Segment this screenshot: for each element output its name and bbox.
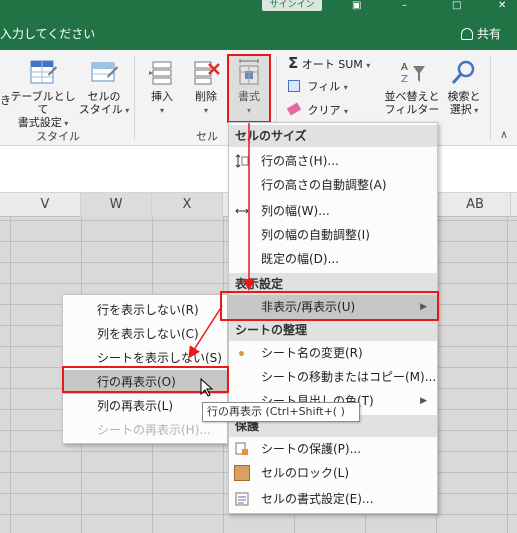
unhide-rows-tooltip: 行の再表示 (Ctrl+Shift+( ): [202, 402, 360, 422]
maximize-icon[interactable]: □: [452, 0, 461, 11]
cell-styles-label-1: セルの: [87, 90, 121, 103]
minimize-icon[interactable]: –: [402, 0, 407, 11]
svg-text:A: A: [401, 62, 408, 73]
delete-label: 削除: [195, 90, 217, 103]
column-header-w[interactable]: W: [81, 193, 152, 217]
share-button[interactable]: 共有: [460, 25, 501, 42]
chevron-down-icon: ▾: [159, 106, 164, 115]
row-height-label: 行の高さ(H)...: [261, 154, 339, 168]
row-height-icon: [235, 154, 249, 168]
autosum-button[interactable]: Σ オート SUM ▾: [288, 56, 370, 73]
insert-cells-icon: [149, 61, 172, 85]
sigma-icon: Σ: [288, 54, 299, 72]
collapse-ribbon-icon[interactable]: ∧: [500, 128, 508, 142]
autofit-row-height-item[interactable]: 行の高さの自動調整(A): [229, 173, 437, 197]
column-header-v[interactable]: V: [10, 193, 81, 217]
protect-sheet-icon: [235, 442, 248, 455]
column-header-ab[interactable]: AB: [440, 193, 511, 217]
format-cells-label: セルの書式設定(E)...: [261, 492, 374, 506]
group-divider: [134, 56, 135, 140]
chevron-down-icon: ▾: [344, 107, 349, 116]
column-header-x[interactable]: X: [152, 193, 223, 217]
format-cells-item[interactable]: セルの書式設定(E)...: [229, 487, 437, 511]
title-bar: サインイン ▣ – □ ✕: [0, 0, 517, 13]
sort-filter-label-1: 並べ替えと: [384, 90, 440, 103]
lock-cell-label: セルのロック(L): [261, 466, 350, 480]
cell-styles-label-2: スタイル: [78, 103, 123, 116]
autosum-label: オート SUM: [301, 58, 363, 71]
ribbon-display-options-icon[interactable]: ▣: [352, 0, 361, 11]
bullet-icon: [239, 351, 244, 356]
share-label: 共有: [476, 27, 501, 41]
fill-button[interactable]: フィル ▾: [288, 80, 348, 95]
find-select-label-2: 選択: [449, 103, 472, 116]
style-group-label: スタイル: [36, 130, 80, 143]
rename-sheet-label: シート名の変更(R): [261, 346, 363, 360]
autofit-column-width-item[interactable]: 列の幅の自動調整(I): [229, 223, 437, 247]
conditional-format-partial[interactable]: き: [0, 94, 11, 107]
chevron-down-icon: ▾: [122, 106, 130, 115]
sort-filter-button[interactable]: A Z 並べ替えと フィルター ▾: [384, 58, 440, 131]
clear-button[interactable]: クリア ▾: [286, 102, 349, 119]
clear-label: クリア: [307, 104, 341, 117]
section-header-cell-size: セルのサイズ: [229, 125, 437, 147]
chevron-right-icon: ▶: [420, 396, 427, 406]
format-button-highlight: [227, 54, 271, 123]
find-select-button[interactable]: 検索と 選択 ▾: [442, 58, 486, 117]
hide-unhide-highlight: [220, 291, 439, 321]
table-style-icon: [30, 60, 57, 84]
find-select-label-1: 検索と: [447, 90, 481, 103]
eraser-icon: [286, 102, 302, 116]
tell-me-input[interactable]: 入力してください: [0, 25, 95, 42]
close-icon[interactable]: ✕: [498, 0, 506, 11]
column-width-label: 列の幅(W)...: [261, 204, 330, 218]
format-as-table-label-1: テーブルとして: [10, 90, 76, 116]
section-header-organize-sheets: シートの整理: [229, 319, 437, 341]
delete-button[interactable]: 削除 ▾: [184, 58, 228, 117]
sort-filter-label-2: フィルター: [384, 103, 440, 116]
cell-style-icon: [91, 62, 118, 82]
sign-in-button[interactable]: サインイン: [262, 0, 322, 11]
lock-cell-item[interactable]: セルのロック(L): [229, 461, 437, 485]
chevron-down-icon: ▾: [203, 106, 208, 115]
group-divider: [490, 56, 491, 140]
delete-cells-icon: [194, 61, 220, 85]
cells-group-label: セル: [196, 130, 218, 143]
format-as-table-button[interactable]: テーブルとして 書式設定 ▾: [8, 58, 78, 130]
column-width-icon: [235, 208, 249, 214]
move-copy-sheet-item[interactable]: シートの移動またはコピー(M)...: [229, 365, 437, 389]
format-cells-dialog-icon: [235, 492, 249, 506]
sort-filter-icon: A Z: [401, 62, 425, 85]
chevron-down-icon: ▾: [471, 106, 479, 115]
chevron-down-icon: ▾: [61, 119, 69, 128]
column-width-item[interactable]: 列の幅(W)...: [229, 199, 437, 223]
fill-down-icon: [288, 80, 300, 92]
protect-sheet-item[interactable]: シートの保護(P)...: [229, 437, 437, 461]
default-width-item[interactable]: 既定の幅(D)...: [229, 247, 437, 271]
chevron-down-icon: ▾: [343, 83, 348, 92]
cell-styles-button[interactable]: セルの スタイル ▾: [78, 58, 130, 117]
mouse-cursor-icon: [200, 378, 214, 397]
svg-text:Z: Z: [401, 74, 408, 85]
tell-me-bar: 入力してください 共有: [0, 13, 517, 50]
rename-sheet-item[interactable]: シート名の変更(R): [229, 341, 437, 365]
insert-label: 挿入: [151, 90, 173, 103]
lock-icon: [234, 465, 250, 481]
person-icon: [460, 28, 473, 40]
insert-button[interactable]: 挿入 ▾: [140, 58, 184, 117]
fill-label: フィル: [307, 80, 341, 93]
search-icon: [451, 60, 475, 84]
row-height-item[interactable]: 行の高さ(H)...: [229, 149, 437, 173]
hide-rows-item[interactable]: 行を表示しない(R): [63, 298, 227, 322]
protect-sheet-label: シートの保護(P)...: [261, 442, 362, 456]
chevron-down-icon: ▾: [366, 61, 371, 70]
hide-columns-item[interactable]: 列を表示しない(C): [63, 322, 227, 346]
